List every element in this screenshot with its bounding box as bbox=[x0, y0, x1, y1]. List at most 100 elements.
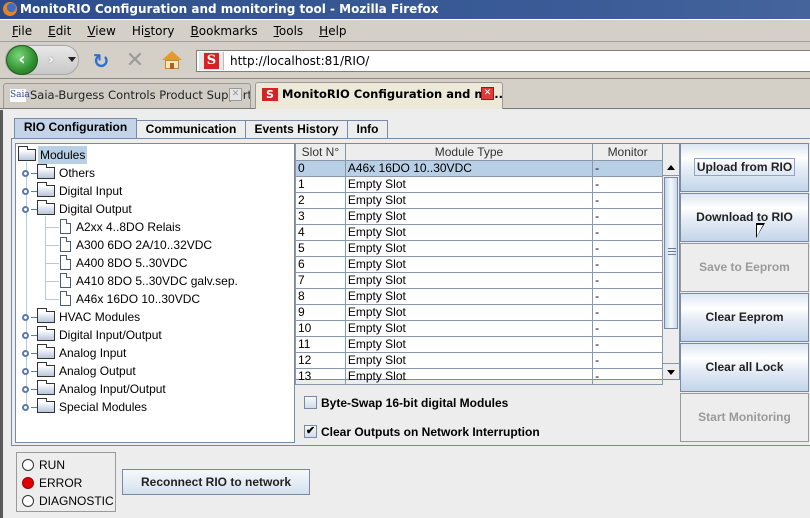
module-type-cell[interactable]: Empty Slot bbox=[344, 271, 594, 289]
table-row[interactable]: 6 Empty Slot - bbox=[295, 255, 663, 273]
tab-events-history[interactable]: Events History bbox=[245, 120, 348, 138]
module-type-cell[interactable]: Empty Slot bbox=[344, 223, 594, 241]
monitor-cell[interactable]: - bbox=[592, 335, 663, 353]
menu-history[interactable]: History bbox=[124, 24, 183, 38]
save-to-eeprom-button[interactable]: Save to Eeprom bbox=[680, 243, 809, 292]
scroll-thumb[interactable] bbox=[664, 177, 678, 329]
reload-button[interactable]: ↻ bbox=[90, 50, 112, 72]
tree-node-folder[interactable]: Analog Input/Output bbox=[16, 380, 286, 398]
tab-communication[interactable]: Communication bbox=[136, 120, 246, 138]
monitor-cell[interactable]: - bbox=[592, 319, 663, 337]
module-type-cell[interactable]: Empty Slot bbox=[344, 255, 594, 273]
tree-node-folder[interactable]: Digital Input/Output bbox=[16, 326, 286, 344]
monitor-cell[interactable]: - bbox=[592, 191, 663, 209]
table-row[interactable]: 1 Empty Slot - bbox=[295, 175, 663, 193]
scroll-up-icon[interactable] bbox=[663, 160, 679, 176]
checkbox-icon[interactable]: ✔ bbox=[304, 425, 317, 438]
table-scrollbar[interactable] bbox=[662, 144, 679, 379]
stop-button[interactable]: ✕ bbox=[124, 50, 146, 72]
monitor-cell[interactable]: - bbox=[592, 239, 663, 257]
table-row[interactable]: 13 Empty Slot - bbox=[295, 367, 663, 385]
slot-number-cell[interactable]: 4 bbox=[295, 223, 346, 241]
monitor-cell[interactable]: - bbox=[592, 271, 663, 289]
url-text[interactable]: http://localhost:81/RIO/ bbox=[230, 54, 369, 68]
tab-rio-configuration[interactable]: RIO Configuration bbox=[14, 118, 137, 138]
module-type-cell[interactable]: A46x 16DO 10..30VDC bbox=[344, 159, 594, 177]
tree-node-module[interactable]: A410 8DO 5..30VDC galv.sep. bbox=[16, 272, 286, 290]
collapsed-handle-icon[interactable] bbox=[22, 386, 29, 393]
table-row[interactable]: 7 Empty Slot - bbox=[295, 271, 663, 289]
reconnect-rio-button[interactable]: Reconnect RIO to network bbox=[122, 469, 310, 495]
tree-node-folder[interactable]: HVAC Modules bbox=[16, 308, 286, 326]
checkbox-icon[interactable] bbox=[304, 396, 317, 409]
forward-button[interactable]: › bbox=[42, 52, 60, 68]
upload-from-rio-button[interactable]: Upload from RIO bbox=[680, 143, 809, 192]
slot-number-cell[interactable]: 0 bbox=[295, 159, 346, 177]
module-type-cell[interactable]: Empty Slot bbox=[344, 239, 594, 257]
back-button[interactable]: ‹ bbox=[6, 45, 38, 75]
tree-node-module[interactable]: A46x 16DO 10..30VDC bbox=[16, 290, 286, 308]
table-row[interactable]: 11 Empty Slot - bbox=[295, 335, 663, 353]
slot-number-cell[interactable]: 7 bbox=[295, 271, 346, 289]
collapsed-handle-icon[interactable] bbox=[22, 404, 29, 411]
slot-number-cell[interactable]: 11 bbox=[295, 335, 346, 353]
tree-node-folder[interactable]: Others bbox=[16, 164, 286, 182]
tree-node-folder[interactable]: Digital Output bbox=[16, 200, 286, 218]
menu-tools[interactable]: Tools bbox=[266, 24, 312, 38]
collapsed-handle-icon[interactable] bbox=[22, 314, 29, 321]
table-row[interactable]: 5 Empty Slot - bbox=[295, 239, 663, 257]
collapsed-handle-icon[interactable] bbox=[22, 350, 29, 357]
monitor-cell[interactable]: - bbox=[592, 351, 663, 369]
collapsed-handle-icon[interactable] bbox=[22, 170, 29, 177]
module-type-cell[interactable]: Empty Slot bbox=[344, 207, 594, 225]
tree-node-folder[interactable]: Special Modules bbox=[16, 398, 286, 416]
close-tab-icon[interactable]: ✕ bbox=[481, 87, 494, 100]
menu-edit[interactable]: Edit bbox=[40, 24, 79, 38]
browser-tab-saia[interactable]: Saia Saia-Burgess Controls Product Suppo… bbox=[3, 83, 251, 108]
module-type-cell[interactable]: Empty Slot bbox=[344, 351, 594, 369]
menu-view[interactable]: View bbox=[79, 24, 123, 38]
history-dropdown-icon[interactable] bbox=[68, 57, 76, 62]
collapsed-handle-icon[interactable] bbox=[22, 368, 29, 375]
column-header-slot[interactable]: Slot N° bbox=[295, 144, 346, 161]
menu-help[interactable]: Help bbox=[311, 24, 354, 38]
tree-node-module[interactable]: A2xx 4..8DO Relais bbox=[16, 218, 286, 236]
module-tree[interactable]: Modules Others Digital Input Digital Output… bbox=[15, 143, 295, 443]
table-row[interactable]: 0 A46x 16DO 10..30VDC - bbox=[295, 159, 663, 177]
site-identity-icon[interactable]: S bbox=[199, 52, 224, 70]
clear-all-lock-button[interactable]: Clear all Lock bbox=[680, 343, 809, 392]
module-type-cell[interactable]: Empty Slot bbox=[344, 287, 594, 305]
monitor-cell[interactable]: - bbox=[592, 159, 663, 177]
slot-number-cell[interactable]: 9 bbox=[295, 303, 346, 321]
clear-eeprom-button[interactable]: Clear Eeprom bbox=[680, 293, 809, 342]
module-type-cell[interactable]: Empty Slot bbox=[344, 303, 594, 321]
monitor-cell[interactable]: - bbox=[592, 223, 663, 241]
tab-info[interactable]: Info bbox=[347, 120, 388, 138]
slot-number-cell[interactable]: 8 bbox=[295, 287, 346, 305]
table-row[interactable]: 9 Empty Slot - bbox=[295, 303, 663, 321]
menu-file[interactable]: File bbox=[4, 24, 40, 38]
tree-node-module[interactable]: A300 6DO 2A/10..32VDC bbox=[16, 236, 286, 254]
slot-number-cell[interactable]: 10 bbox=[295, 319, 346, 337]
slot-number-cell[interactable]: 1 bbox=[295, 175, 346, 193]
module-type-cell[interactable]: Empty Slot bbox=[344, 191, 594, 209]
home-button[interactable] bbox=[162, 51, 182, 71]
monitor-cell[interactable]: - bbox=[592, 175, 663, 193]
table-row[interactable]: 10 Empty Slot - bbox=[295, 319, 663, 337]
collapsed-handle-icon[interactable] bbox=[22, 188, 29, 195]
collapsed-handle-icon[interactable] bbox=[22, 332, 29, 339]
table-row[interactable]: 2 Empty Slot - bbox=[295, 191, 663, 209]
slot-number-cell[interactable]: 13 bbox=[295, 367, 346, 385]
scroll-down-icon[interactable] bbox=[663, 363, 679, 379]
monitor-cell[interactable]: - bbox=[592, 255, 663, 273]
tree-node-root[interactable]: Modules bbox=[16, 146, 286, 164]
monitor-cell[interactable]: - bbox=[592, 367, 663, 385]
menu-bookmarks[interactable]: Bookmarks bbox=[183, 24, 266, 38]
tree-node-folder[interactable]: Analog Output bbox=[16, 362, 286, 380]
slot-number-cell[interactable]: 5 bbox=[295, 239, 346, 257]
expanded-handle-icon[interactable] bbox=[22, 206, 29, 213]
browser-tab-monitorio[interactable]: S MonitoRIO Configuration and mo... ✕ bbox=[255, 82, 503, 109]
slot-number-cell[interactable]: 12 bbox=[295, 351, 346, 369]
monitor-cell[interactable]: - bbox=[592, 303, 663, 321]
address-bar[interactable]: S http://localhost:81/RIO/ bbox=[196, 50, 810, 72]
